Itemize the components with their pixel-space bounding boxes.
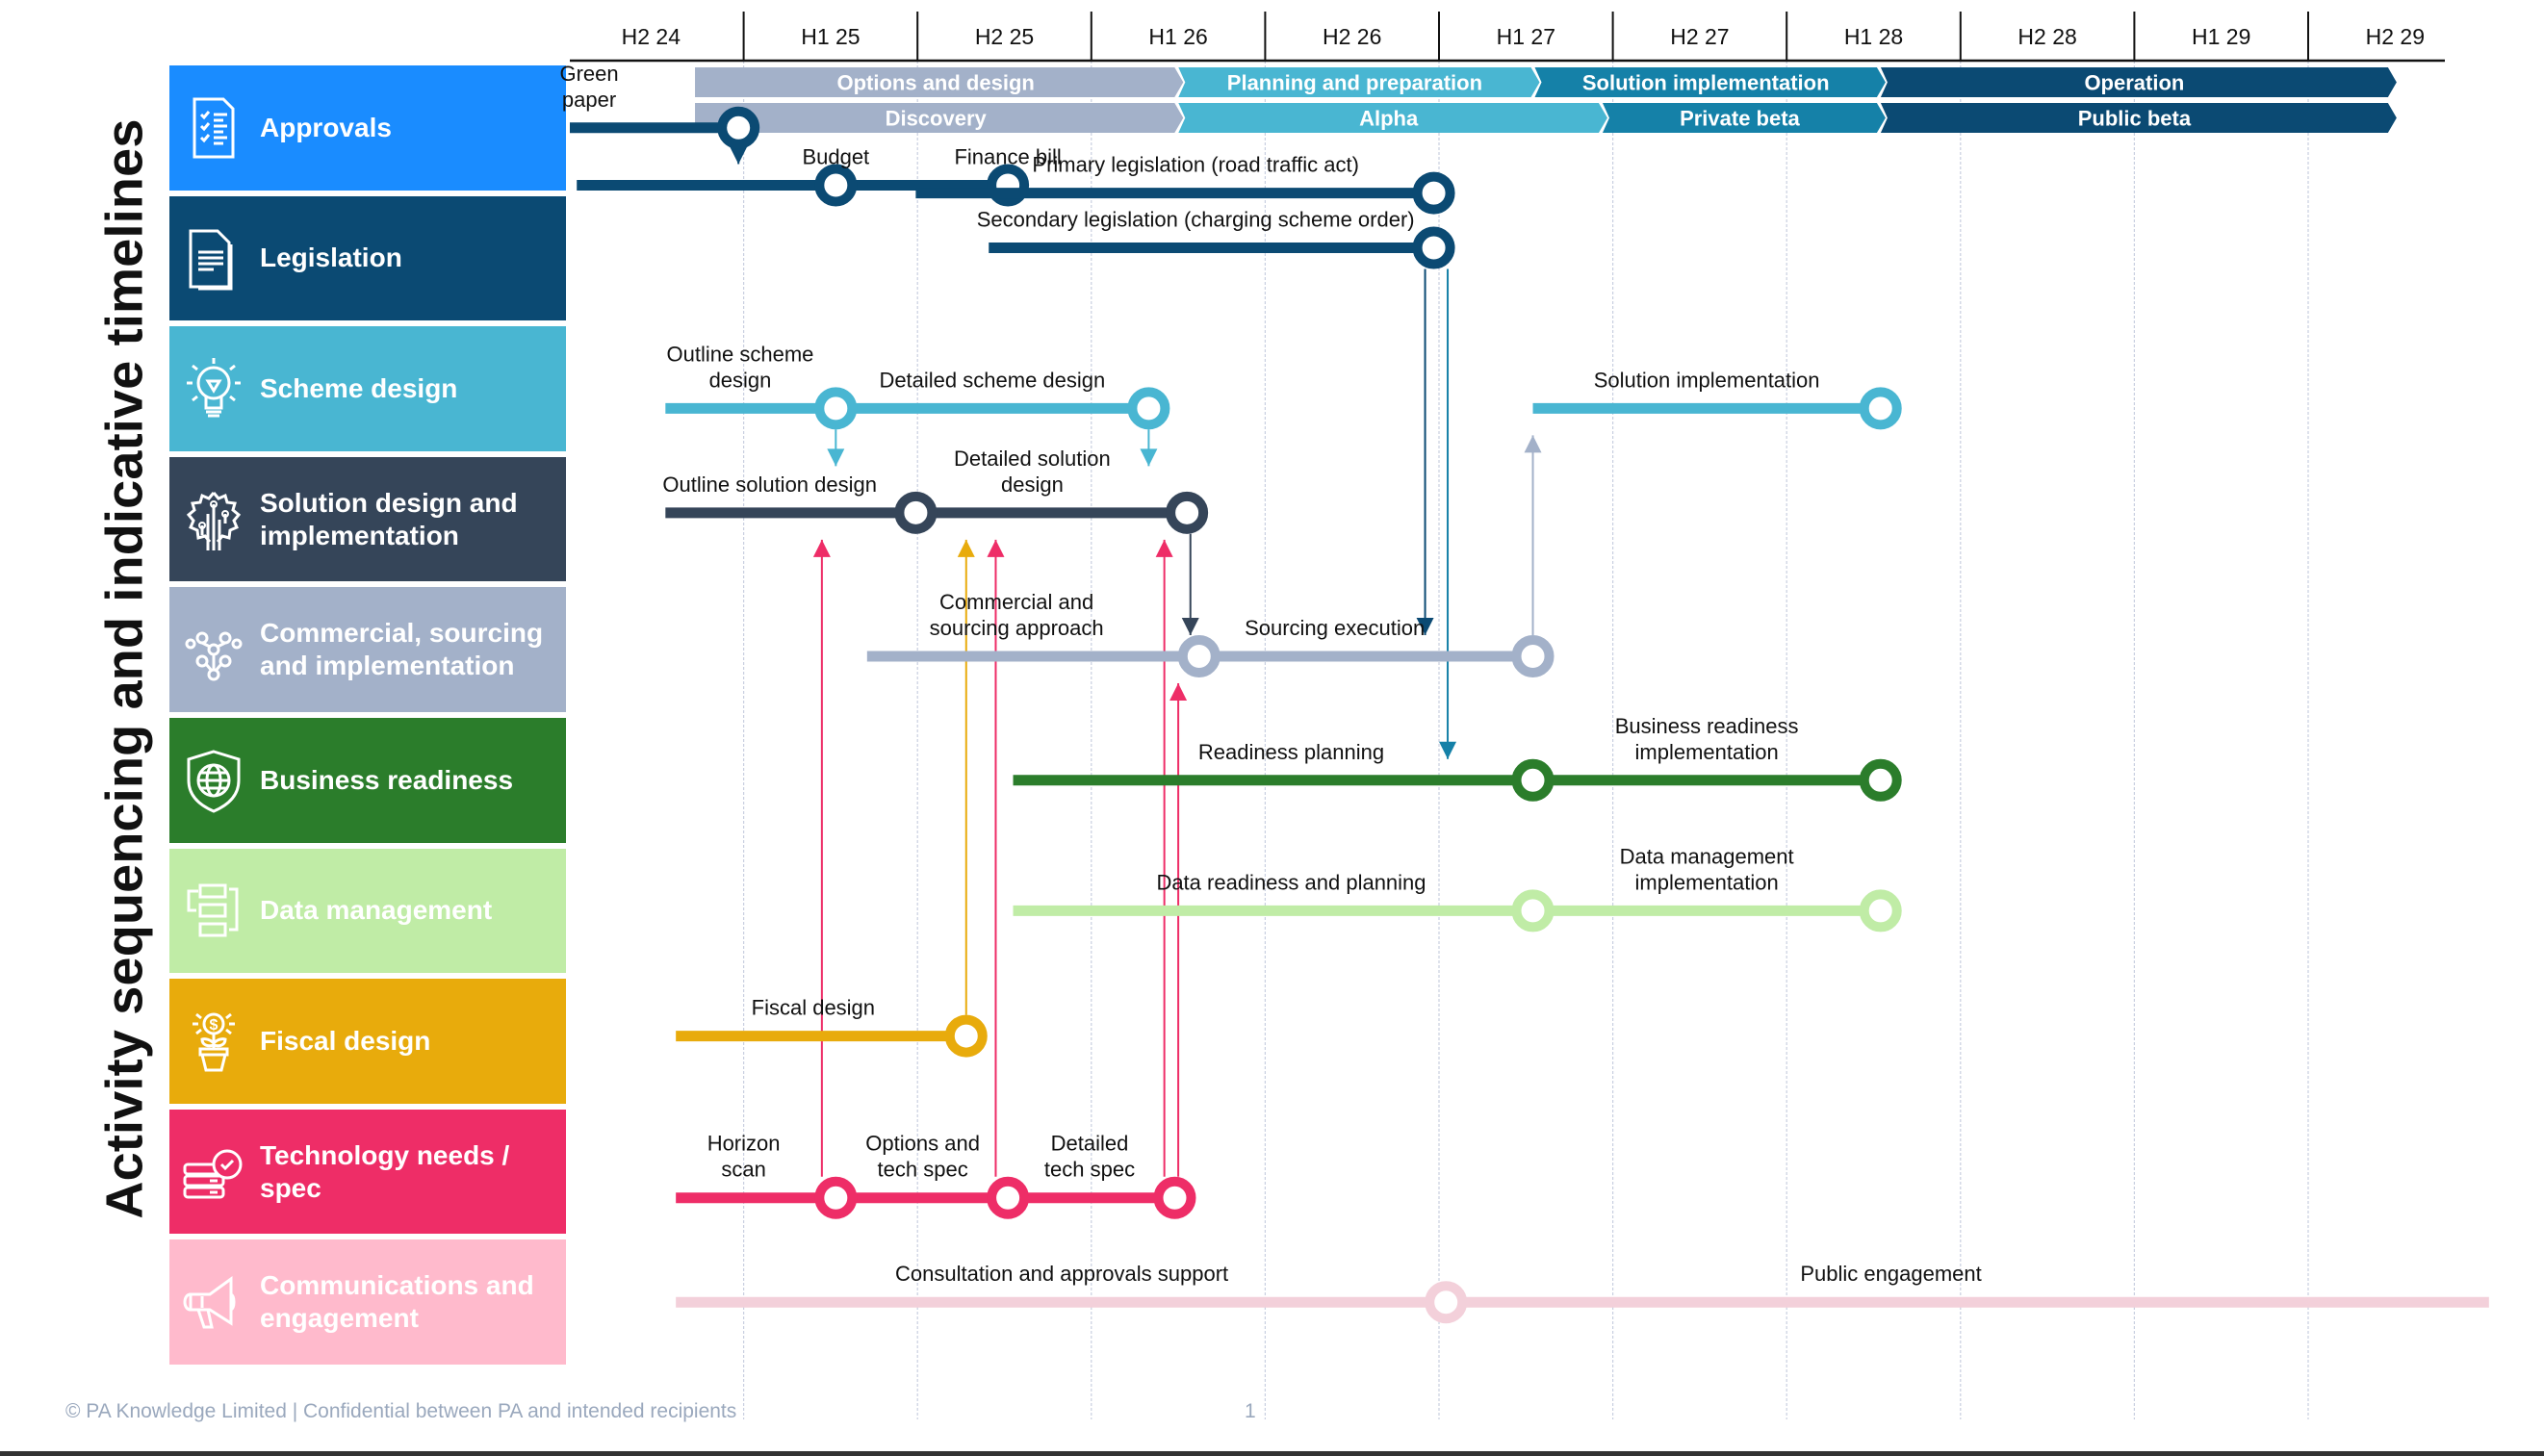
track: Solution implementation [1532,368,1902,430]
phase-label: Solution implementation [1582,71,1830,95]
milestone-marker[interactable] [1859,387,1902,430]
track-label: Business readiness implementation [1615,714,1799,764]
period-label: H2 26 [1323,24,1381,49]
dependency-arrowhead [1169,682,1188,701]
phase-label: Options and design [836,71,1034,95]
milestone-marker[interactable] [894,491,938,534]
dependency-arrowhead [1524,435,1542,453]
milestone-marker[interactable] [1859,758,1902,802]
milestone-marker[interactable] [814,1176,858,1219]
period-label: H1 27 [1497,24,1555,49]
track-label: Public engagement [1800,1262,1981,1286]
phase-row-gds: Discovery Alpha Private beta Public beta [695,103,2397,133]
track-label: Consultation and approvals support [895,1262,1228,1286]
period-header: H2 24 H1 25 H2 25 H1 26 H2 26 H1 27 H2 27 H1 28… [570,12,2445,63]
activity-tracks: Green paperBudget Finance billPrimary legi… [559,62,2489,1324]
track-label: Readiness planning [1198,740,1384,764]
track: Outline solution design Detailed solution… [662,447,1209,534]
milestone-marker[interactable] [1511,889,1555,932]
milestone-marker[interactable] [944,1014,988,1058]
milestone-marker[interactable] [814,164,858,207]
period-label: H2 24 [622,24,681,49]
dependency-arrowhead [957,539,975,557]
milestone-marker[interactable] [717,106,760,149]
track: Fiscal design [676,996,988,1058]
milestone-marker[interactable] [1425,1281,1468,1324]
track-label: Fiscal design [752,996,875,1020]
track-label: Detailed solution design [954,447,1111,497]
period-label: H1 28 [1844,24,1903,49]
gridlines [742,61,2309,1419]
milestone-marker[interactable] [1511,634,1555,677]
track-label: Data management implementation [1620,844,1794,894]
track-label: Horizon scan [707,1132,781,1182]
milestone-marker[interactable] [1511,758,1555,802]
phase-label: Public beta [2078,107,2192,131]
track-label: Sourcing execution [1245,616,1425,640]
phase-label: Alpha [1359,107,1419,131]
track: Outline scheme design Detailed scheme desi… [665,342,1170,430]
period-label: H1 26 [1148,24,1207,49]
footer-copyright: © PA Knowledge Limited | Confidential be… [65,1400,737,1422]
phase-row-delivery: Options and design Planning and preparati… [695,67,2397,97]
period-label: H1 29 [2192,24,2250,49]
track-label: Budget [802,144,869,168]
track-label: Primary legislation (road traffic act) [1032,153,1359,177]
period-label: H2 27 [1670,24,1729,49]
dependency-arrowhead [730,146,748,165]
timeline-chart: H2 24 H1 25 H2 25 H1 26 H2 26 H1 27 H2 27 H1 28… [559,12,2489,1419]
track-label: Commercial and sourcing approach [930,590,1104,640]
track-label: Detailed tech spec [1044,1132,1135,1182]
track-label: Secondary legislation (charging scheme o… [977,208,1415,232]
dependency-arrowhead [1181,617,1199,635]
milestone-marker[interactable] [1127,387,1170,430]
milestone-marker[interactable] [1153,1176,1196,1219]
dependency-arrowhead [1140,448,1158,467]
milestone-marker[interactable] [1412,171,1455,215]
milestone-marker[interactable] [814,387,858,430]
period-label: H2 29 [2366,24,2425,49]
dependency-arrowhead [1439,741,1457,759]
track: Readiness planning Business readiness impl… [1013,714,1902,802]
milestone-marker[interactable] [987,1176,1030,1219]
track-label: Options and tech spec [865,1132,980,1182]
track-label: Outline solution design [662,473,877,497]
track-label: Detailed scheme design [879,368,1105,392]
dependency-arrowhead [1155,539,1173,557]
period-label: H1 25 [801,24,860,49]
bottom-bar [0,1451,2544,1456]
period-label: H2 25 [975,24,1034,49]
dependency-arrowhead [987,539,1005,557]
track-label: Green paper [559,62,618,112]
milestone-marker[interactable] [1412,226,1455,269]
track: Data readiness and planning Data manageme… [1013,844,1902,932]
phase-label: Planning and preparation [1227,71,1482,95]
track-label: Solution implementation [1594,368,1820,392]
track: Consultation and approvals support Public… [676,1262,2489,1324]
phase-label: Discovery [886,107,988,131]
period-label: H2 28 [2017,24,2076,49]
track: Secondary legislation (charging scheme o… [977,208,1455,269]
milestone-marker[interactable] [1166,491,1209,534]
track-label: Data readiness and planning [1156,870,1426,894]
phase-label: Private beta [1680,107,1800,131]
milestone-marker[interactable] [1177,634,1221,677]
milestone-marker[interactable] [1859,889,1902,932]
track: Horizon scan Options and tech spec Detailed t… [676,1132,1196,1219]
dependency-arrows [730,146,1542,1177]
dependency-arrowhead [812,539,831,557]
phase-label: Operation [2084,71,2184,95]
track-label: Outline scheme design [667,342,814,392]
page-number: 1 [1245,1400,1256,1422]
dependency-arrowhead [827,448,845,467]
